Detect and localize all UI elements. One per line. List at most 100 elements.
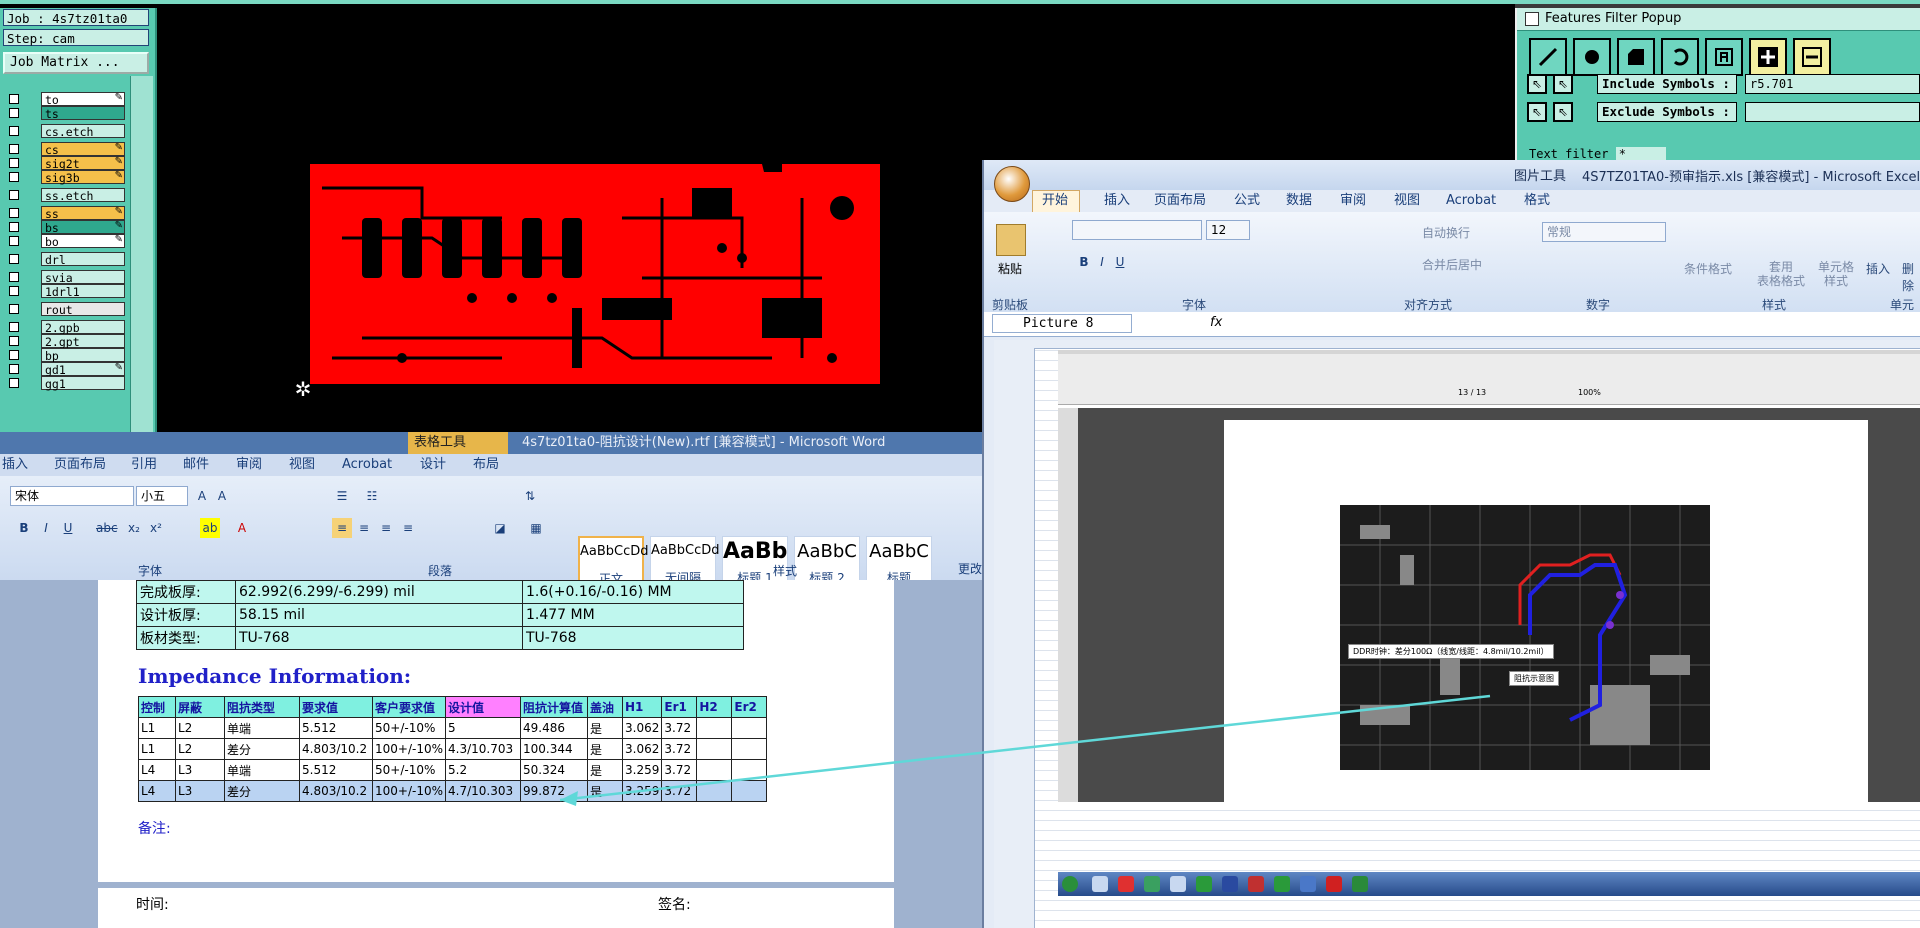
- tab-references[interactable]: 引用: [131, 457, 157, 473]
- layer-name[interactable]: ts: [41, 106, 125, 121]
- impedance-cell[interactable]: [731, 780, 768, 802]
- impedance-cell[interactable]: L3: [175, 759, 225, 781]
- impedance-cell[interactable]: 100.344: [520, 738, 589, 760]
- layer-row-gd1[interactable]: gd1 ✎: [3, 362, 125, 377]
- impedance-cell[interactable]: L2: [175, 738, 225, 760]
- underline-icon[interactable]: U: [1110, 252, 1130, 272]
- layer-checkbox[interactable]: [9, 364, 19, 374]
- picture-tools-tab[interactable]: 图片工具: [1514, 165, 1566, 184]
- layer-row-bo[interactable]: bo ✎: [3, 234, 125, 249]
- paste-label[interactable]: 粘贴: [998, 260, 1022, 277]
- impedance-cell[interactable]: L3: [175, 780, 225, 802]
- tab-insert[interactable]: 插入: [2, 457, 28, 473]
- impedance-cell[interactable]: 100+/-10%: [371, 738, 447, 760]
- borders-icon[interactable]: ▦: [526, 518, 546, 538]
- underline-icon[interactable]: U: [58, 518, 78, 538]
- layer-name[interactable]: sig2t: [41, 156, 125, 171]
- impedance-table[interactable]: 控制 屏蔽 阻抗类型 要求值 客户要求值 设计值 阻抗计算值 盖油 H1 Er1 H2 Er2 L1 L2…: [138, 696, 768, 802]
- paste-icon[interactable]: [996, 224, 1026, 256]
- arc-feature-button[interactable]: [1661, 38, 1699, 76]
- layer-checkbox[interactable]: [9, 236, 19, 246]
- impedance-cell[interactable]: 3.72: [661, 717, 698, 739]
- layer-row-2.gpt[interactable]: 2.gpt: [3, 334, 125, 349]
- layer-checkbox[interactable]: [9, 350, 19, 360]
- layer-row-sig2t[interactable]: sig2t ✎: [3, 156, 125, 171]
- impedance-cell[interactable]: 差分: [224, 780, 300, 802]
- layer-checkbox[interactable]: [9, 286, 19, 296]
- impedance-cell[interactable]: [696, 717, 733, 739]
- layer-row-to[interactable]: to ✎: [3, 92, 125, 107]
- impedance-cell[interactable]: L2: [175, 717, 225, 739]
- tab-insert[interactable]: 插入: [1104, 193, 1130, 209]
- tab-mailings[interactable]: 邮件: [183, 457, 209, 473]
- change-styles-button[interactable]: 更改: [958, 560, 982, 577]
- layer-name[interactable]: ss: [41, 206, 125, 221]
- layer-row-drl[interactable]: drl: [3, 252, 125, 267]
- align-center-icon[interactable]: ≡: [354, 518, 374, 538]
- tab-acrobat[interactable]: Acrobat: [342, 457, 392, 473]
- table-row[interactable]: L1 L2 差分 4.803/10.2 100+/-10% 4.3/10.703 100.3…: [138, 738, 768, 760]
- tab-page-layout[interactable]: 页面布局: [54, 457, 106, 473]
- layer-name[interactable]: cs: [41, 142, 125, 157]
- conditional-format-button[interactable]: 条件格式: [1684, 260, 1732, 277]
- shrink-font-icon[interactable]: A: [212, 486, 232, 506]
- shading-icon[interactable]: ◪: [490, 518, 510, 538]
- tab-design[interactable]: 设计: [420, 457, 446, 473]
- name-box[interactable]: Picture 8: [992, 314, 1132, 333]
- impedance-cell[interactable]: 5.2: [445, 759, 522, 781]
- layer-name[interactable]: bp: [41, 348, 125, 363]
- tab-view[interactable]: 视图: [289, 457, 315, 473]
- layer-checkbox[interactable]: [9, 222, 19, 232]
- popup-title-bar[interactable]: Features Filter Popup: [1517, 8, 1920, 31]
- impedance-header-cell[interactable]: 要求值: [299, 696, 373, 718]
- layer-row-gg1[interactable]: gg1: [3, 376, 125, 391]
- info-cell[interactable]: 1.477 MM: [522, 603, 744, 627]
- bold-icon[interactable]: B: [14, 518, 34, 538]
- tab-formulas[interactable]: 公式: [1234, 193, 1260, 209]
- font-name-select[interactable]: 宋体: [10, 486, 134, 506]
- layer-checkbox[interactable]: [9, 304, 19, 314]
- impedance-cell[interactable]: 3.72: [661, 759, 698, 781]
- layer-row-cs.etch[interactable]: cs.etch: [3, 124, 125, 139]
- tab-view[interactable]: 视图: [1394, 193, 1420, 209]
- layer-row-sig3b[interactable]: sig3b ✎: [3, 170, 125, 185]
- layer-list-scrollbar[interactable]: [130, 76, 153, 432]
- exclude-select-icon[interactable]: ⇖: [1553, 102, 1573, 122]
- line-feature-button[interactable]: [1529, 38, 1567, 76]
- layer-row-2.gpb[interactable]: 2.gpb: [3, 320, 125, 335]
- layer-checkbox[interactable]: [9, 108, 19, 118]
- excel-title-bar[interactable]: 图片工具 4S7TZ01TA0-预审指示.xls [兼容模式] - Micros…: [984, 160, 1920, 190]
- layer-name[interactable]: bs: [41, 220, 125, 235]
- impedance-cell[interactable]: 99.872: [520, 780, 589, 802]
- table-row[interactable]: L4 L3 单端 5.512 50+/-10% 5.2 50.324 是 3.259 3.72: [138, 759, 768, 781]
- table-tools-tab[interactable]: 表格工具: [408, 432, 508, 454]
- tab-layout[interactable]: 布局: [473, 457, 499, 473]
- info-cell[interactable]: 58.15 mil: [235, 603, 523, 627]
- impedance-cell[interactable]: 5: [445, 717, 522, 739]
- exclude-symbols-input[interactable]: [1745, 102, 1920, 122]
- column-headers[interactable]: [1034, 340, 1920, 349]
- layer-name[interactable]: cs.etch: [41, 124, 125, 139]
- table-row[interactable]: L4 L3 差分 4.803/10.2 100+/-10% 4.7/10.303 99.87…: [138, 780, 768, 802]
- align-right-icon[interactable]: ≡: [376, 518, 396, 538]
- grow-font-icon[interactable]: A: [192, 486, 212, 506]
- impedance-cell[interactable]: [731, 717, 768, 739]
- layer-checkbox[interactable]: [9, 126, 19, 136]
- layer-checkbox[interactable]: [9, 378, 19, 388]
- align-left-icon[interactable]: ≡: [332, 518, 352, 538]
- wrap-text-button[interactable]: 自动换行: [1422, 224, 1470, 241]
- tab-data[interactable]: 数据: [1286, 193, 1312, 209]
- number-format-select[interactable]: 常规: [1542, 222, 1666, 242]
- impedance-cell[interactable]: 单端: [224, 717, 300, 739]
- merge-center-button[interactable]: 合并后居中: [1422, 256, 1482, 273]
- layer-name[interactable]: 2.gpb: [41, 320, 125, 335]
- italic-icon[interactable]: I: [36, 518, 56, 538]
- layer-row-ts[interactable]: ts: [3, 106, 125, 121]
- impedance-cell[interactable]: 4.3/10.703: [445, 738, 522, 760]
- impedance-cell[interactable]: [696, 738, 733, 760]
- layer-checkbox[interactable]: [9, 272, 19, 282]
- layer-row-bp[interactable]: bp: [3, 348, 125, 363]
- exclude-reset-icon[interactable]: ⇖: [1527, 102, 1547, 122]
- impedance-header-cell[interactable]: Er2: [731, 696, 768, 718]
- tab-review[interactable]: 审阅: [236, 457, 262, 473]
